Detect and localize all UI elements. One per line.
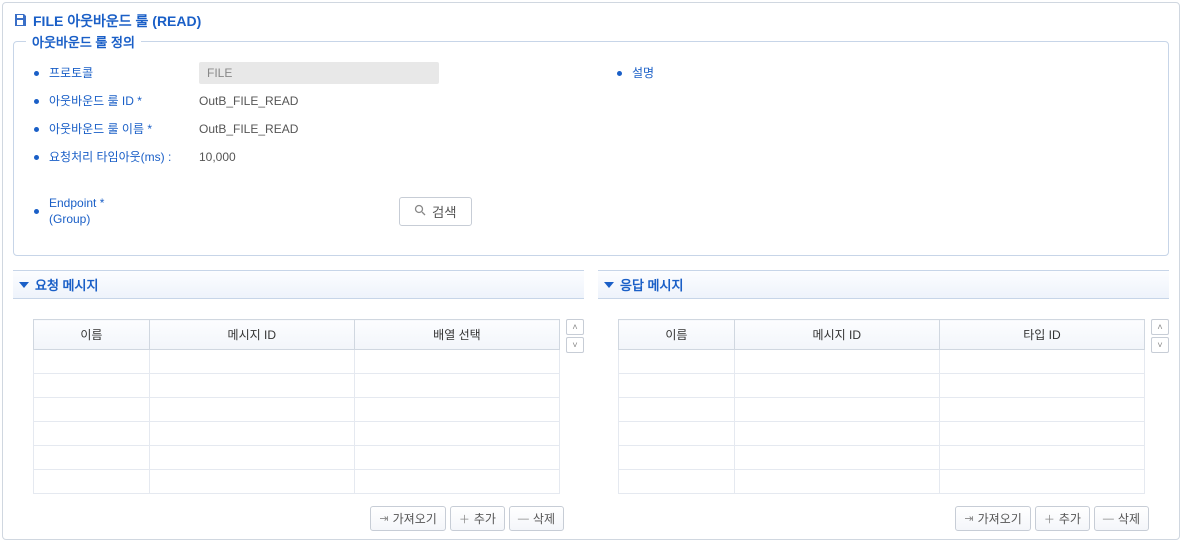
request-add-label: 추가 [474, 510, 496, 527]
timeout-row: 요청처리 타임아웃(ms) : 10,000 [28, 144, 571, 170]
table-row[interactable] [619, 446, 1145, 470]
save-disk-icon [13, 13, 27, 30]
response-add-button[interactable]: ＋ 추가 [1035, 506, 1090, 531]
table-row[interactable] [619, 350, 1145, 374]
chevron-up-icon: ˄ [572, 323, 577, 332]
minus-icon: — [1103, 513, 1114, 525]
import-icon: ⇥ [964, 512, 973, 525]
response-panel-title: 응답 메시지 [620, 275, 683, 294]
bullet-icon [617, 71, 622, 76]
response-add-label: 추가 [1059, 510, 1081, 527]
chevron-down-icon: ˅ [572, 341, 577, 350]
search-button-label: 검색 [432, 202, 457, 221]
description-row: 설명 [611, 60, 1154, 86]
bullet-icon [34, 155, 39, 160]
response-col-name: 이름 [619, 320, 735, 350]
response-message-table: 이름 메시지 ID 타입 ID [618, 319, 1145, 494]
response-import-label: 가져오기 [978, 510, 1022, 527]
request-panel-title: 요청 메시지 [35, 275, 98, 294]
rule-definition-fieldset: 아웃바운드 룰 정의 프로토콜 FILE 아웃바운드 룰 ID * OutB_F… [13, 41, 1169, 256]
page-title-text: FILE 아웃바운드 룰 (READ) [33, 11, 201, 31]
protocol-label: 프로토콜 [49, 65, 199, 82]
request-message-panel: 요청 메시지 이름 메시지 ID 배열 선택 [13, 270, 584, 531]
response-move-up-button[interactable]: ˄ [1151, 319, 1169, 335]
table-row[interactable] [34, 350, 560, 374]
table-row[interactable] [619, 470, 1145, 494]
request-delete-button[interactable]: — 삭제 [509, 506, 564, 531]
outer-container: FILE 아웃바운드 룰 (READ) 아웃바운드 룰 정의 프로토콜 FILE… [2, 2, 1180, 540]
minus-icon: — [518, 513, 529, 525]
table-row[interactable] [619, 374, 1145, 398]
plus-icon: ＋ [1044, 511, 1055, 527]
import-icon: ⇥ [379, 512, 388, 525]
table-row[interactable] [34, 374, 560, 398]
protocol-field: FILE [199, 62, 439, 84]
bullet-icon [34, 127, 39, 132]
response-delete-button[interactable]: — 삭제 [1094, 506, 1149, 531]
rule-id-row: 아웃바운드 룰 ID * OutB_FILE_READ [28, 88, 571, 114]
request-move-down-button[interactable]: ˅ [566, 337, 584, 353]
request-import-button[interactable]: ⇥ 가져오기 [370, 506, 445, 531]
response-panel-header[interactable]: 응답 메시지 [598, 270, 1169, 299]
request-add-button[interactable]: ＋ 추가 [450, 506, 505, 531]
table-row[interactable] [34, 398, 560, 422]
timeout-label: 요청처리 타임아웃(ms) : [49, 149, 199, 166]
chevron-down-icon [604, 282, 614, 288]
search-icon [414, 204, 426, 219]
request-panel-header[interactable]: 요청 메시지 [13, 270, 584, 299]
request-col-msgid: 메시지 ID [149, 320, 354, 350]
chevron-down-icon: ˅ [1157, 341, 1162, 350]
table-row[interactable] [619, 422, 1145, 446]
description-label: 설명 [632, 65, 782, 82]
protocol-row: 프로토콜 FILE [28, 60, 571, 86]
table-row[interactable] [34, 446, 560, 470]
response-import-button[interactable]: ⇥ 가져오기 [955, 506, 1030, 531]
request-delete-label: 삭제 [533, 510, 555, 527]
chevron-up-icon: ˄ [1157, 323, 1162, 332]
rule-id-label: 아웃바운드 룰 ID * [49, 93, 199, 110]
request-col-array: 배열 선택 [354, 320, 559, 350]
bullet-icon [34, 71, 39, 76]
request-move-up-button[interactable]: ˄ [566, 319, 584, 335]
bullet-icon [34, 99, 39, 104]
response-delete-label: 삭제 [1118, 510, 1140, 527]
response-col-msgid: 메시지 ID [734, 320, 939, 350]
rule-id-value: OutB_FILE_READ [199, 94, 298, 108]
table-row[interactable] [619, 398, 1145, 422]
chevron-down-icon [19, 282, 29, 288]
response-move-down-button[interactable]: ˅ [1151, 337, 1169, 353]
fieldset-legend: 아웃바운드 룰 정의 [26, 32, 141, 51]
request-import-label: 가져오기 [393, 510, 437, 527]
table-row[interactable] [34, 422, 560, 446]
endpoint-row: Endpoint * (Group) 검색 [28, 196, 571, 227]
endpoint-label: Endpoint * (Group) [49, 196, 199, 227]
timeout-value: 10,000 [199, 150, 236, 164]
bullet-icon [34, 209, 39, 214]
page-title-bar: FILE 아웃바운드 룰 (READ) [5, 5, 1177, 41]
rule-name-row: 아웃바운드 룰 이름 * OutB_FILE_READ [28, 116, 571, 142]
plus-icon: ＋ [459, 511, 470, 527]
request-col-name: 이름 [34, 320, 150, 350]
response-col-typeid: 타입 ID [939, 320, 1144, 350]
table-row[interactable] [34, 470, 560, 494]
rule-name-label: 아웃바운드 룰 이름 * [49, 121, 199, 138]
response-message-panel: 응답 메시지 이름 메시지 ID 타입 ID [598, 270, 1169, 531]
request-message-table: 이름 메시지 ID 배열 선택 [33, 319, 560, 494]
rule-name-value: OutB_FILE_READ [199, 122, 298, 136]
endpoint-search-button[interactable]: 검색 [399, 197, 472, 226]
